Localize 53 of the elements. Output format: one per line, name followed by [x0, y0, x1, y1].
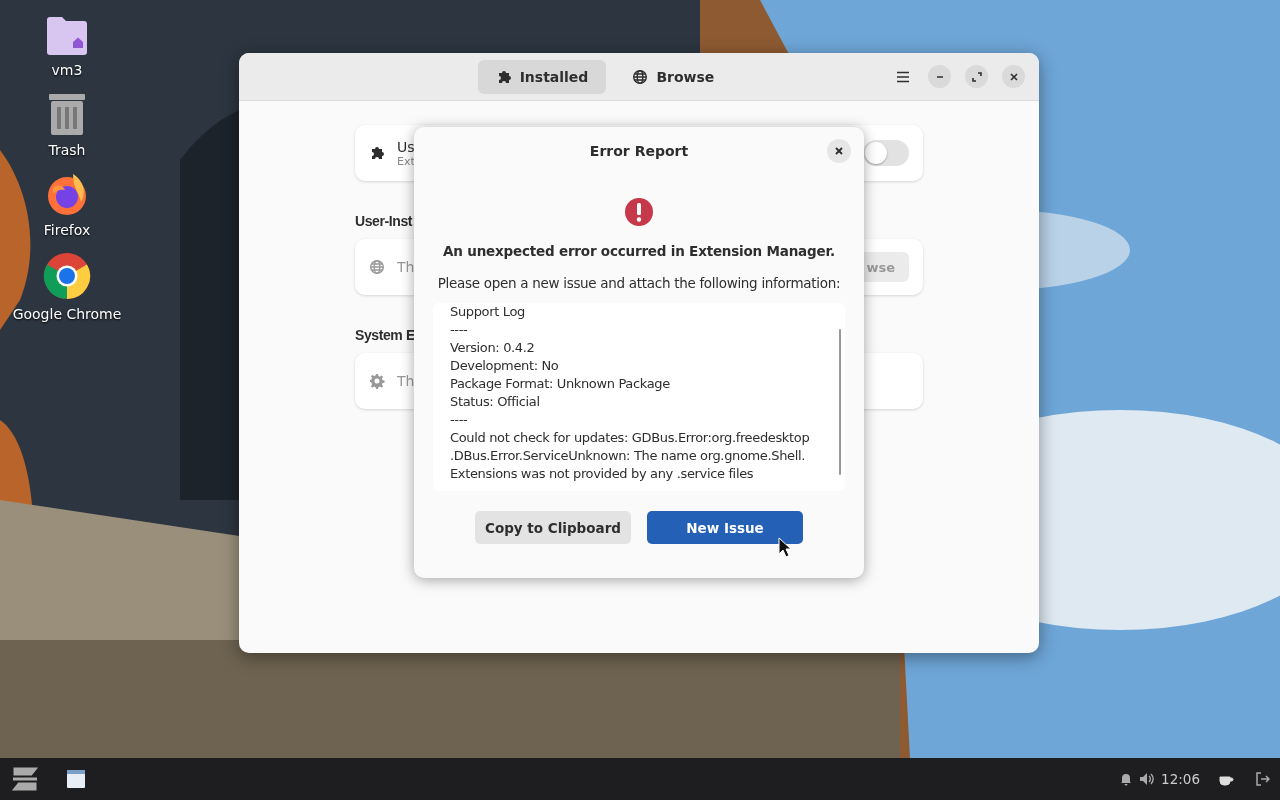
log-line: Development: No	[450, 357, 560, 375]
desktop-icon-label[interactable]: Trash	[48, 142, 86, 158]
log-line: Package Format: Unknown Package	[450, 375, 671, 393]
tab[interactable]: Installed	[477, 59, 607, 94]
section-heading: User-Inst	[355, 213, 413, 229]
chrome-icon	[43, 252, 91, 300]
log-line: Could not check for updates: GDBus.Error:org.freedesktop	[450, 429, 811, 447]
toggle-switch[interactable]	[863, 140, 909, 166]
log-line: ----	[450, 321, 469, 339]
card-text: Th	[397, 259, 415, 275]
log-line: Status: Official	[450, 393, 541, 411]
close-icon	[834, 146, 844, 156]
dialog-title: Error Report	[589, 143, 689, 159]
speaker-icon[interactable]	[1139, 772, 1156, 786]
desktop-icon-label[interactable]: vm3	[51, 62, 83, 78]
home-folder-icon	[46, 16, 88, 56]
error-icon	[624, 197, 654, 227]
log-line: Extensions was not provided by any .service files	[450, 465, 755, 483]
puzzle-icon	[369, 145, 385, 161]
close-icon	[1008, 71, 1019, 82]
firefox-icon	[45, 172, 89, 216]
globe-icon	[369, 259, 385, 275]
maximize-button[interactable]	[965, 65, 988, 88]
log-line: Support Log	[450, 303, 526, 321]
tab[interactable]: Browse	[614, 59, 733, 94]
cursor-icon	[778, 537, 792, 558]
new-issue-button[interactable]: New Issue	[647, 511, 803, 544]
minimize-button[interactable]	[928, 65, 951, 88]
close-button[interactable]	[1002, 65, 1025, 88]
settings-icon	[369, 373, 385, 389]
logout-icon[interactable]	[1256, 772, 1270, 786]
globe-icon	[632, 68, 649, 85]
maximize-icon	[971, 71, 982, 82]
log-line: ----	[450, 411, 469, 429]
copy-button[interactable]: Copy to Clipboard	[475, 511, 631, 544]
desktop-icon-label[interactable]: Firefox	[43, 222, 91, 238]
log-line: Version: 0.4.2	[450, 339, 536, 357]
log-line: .DBus.Error.ServiceUnknown: The name org.gnome.Shell.	[450, 447, 807, 465]
error-message: Please open a new issue and attach the following information:	[437, 275, 841, 291]
scrollbar[interactable]	[839, 329, 841, 475]
bell-icon[interactable]	[1119, 772, 1134, 786]
menu-icon	[895, 70, 910, 83]
trash-icon	[48, 92, 86, 136]
error-heading: An unexpected error occurred in Extension Manager.	[443, 243, 835, 259]
card-title: Us	[397, 138, 415, 155]
window-icon[interactable]	[66, 769, 86, 789]
app-launcher-icon[interactable]	[10, 766, 40, 792]
log-text-area[interactable]	[433, 303, 845, 491]
card-text: Th	[397, 373, 415, 389]
close-button[interactable]	[827, 139, 851, 163]
card-subtitle: Ext	[397, 154, 415, 168]
clock[interactable]: 12:06	[1161, 771, 1200, 787]
desktop-icon-label[interactable]: Google Chrome	[12, 306, 122, 322]
